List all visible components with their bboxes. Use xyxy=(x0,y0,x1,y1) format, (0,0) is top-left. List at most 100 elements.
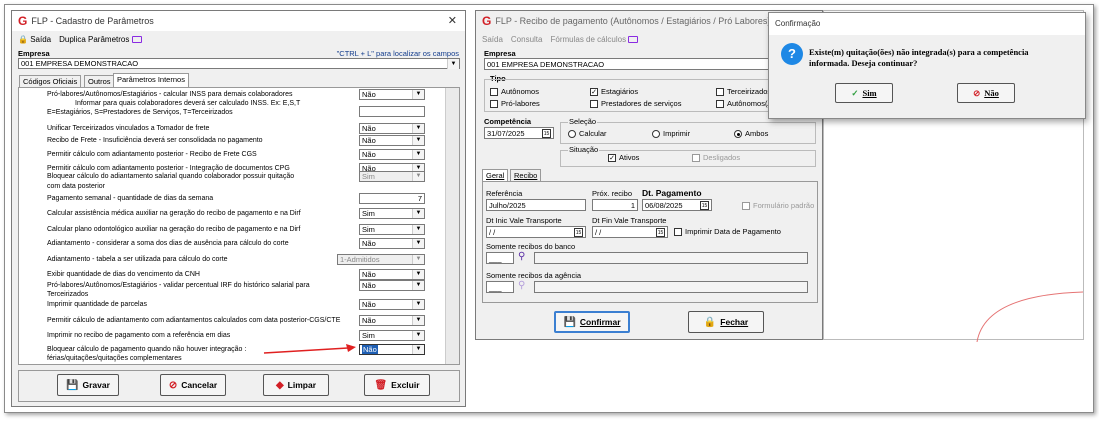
chk-prestadores[interactable]: Prestadores de serviços xyxy=(590,99,681,109)
cancel-icon: ⊘ xyxy=(973,87,981,98)
question-icon: ? xyxy=(781,43,803,65)
radio-imprimir[interactable]: Imprimir xyxy=(652,129,690,139)
scrollbar[interactable] xyxy=(445,88,459,364)
param-label: Informar para quais colaboradores deverá… xyxy=(75,100,301,107)
chevron-down-icon: ▼ xyxy=(412,150,424,159)
agencia-field[interactable]: ___ xyxy=(486,281,514,293)
tab-recibo[interactable]: Recibo xyxy=(510,169,542,181)
radio-ambos[interactable]: Ambos xyxy=(734,129,768,139)
title-bar: G FLP - Cadastro de Parâmetros ✕ xyxy=(12,11,465,31)
confirm-dialog: Confirmação ? Existe(m) quitação(ões) nã… xyxy=(768,12,1086,119)
prox-recibo-label: Próx. recibo xyxy=(592,189,633,198)
param-label: Recibo de Frete - Insuficiência deverá s… xyxy=(47,137,263,144)
chevron-down-icon: ▼ xyxy=(412,300,424,309)
dt-pagamento-field[interactable]: 06/08/2025 15 xyxy=(642,199,712,211)
dt-fin-field[interactable]: / /15 xyxy=(592,226,668,238)
param-select[interactable]: Não ▼ xyxy=(359,89,425,100)
tab-geral[interactable]: Geral xyxy=(482,169,509,181)
cancelar-button[interactable]: ⊘ Cancelar xyxy=(160,374,226,396)
annotation-arrow xyxy=(263,344,356,354)
window-cadastro-parametros: G FLP - Cadastro de Parâmetros ✕ 🔒 Saída… xyxy=(11,10,466,407)
param-label: Terceirizados xyxy=(47,291,89,298)
prox-recibo-field[interactable]: 1 xyxy=(592,199,638,211)
radio-calcular[interactable]: Calcular xyxy=(568,129,607,139)
selecao-label: Seleção xyxy=(568,117,598,126)
chevron-down-icon: ▼ xyxy=(412,124,424,133)
window-title: FLP - Recibo de pagamento (Autônomos / E… xyxy=(495,16,771,26)
menu-duplica[interactable]: Duplica Parâmetros xyxy=(59,35,142,44)
menu-consulta[interactable]: Consulta xyxy=(511,35,543,44)
banco-field[interactable]: ___ xyxy=(486,252,514,264)
param-select[interactable]: Sim ▼ xyxy=(359,224,425,235)
chevron-down-icon: ▼ xyxy=(412,345,424,354)
chk-autonomos[interactable]: Autônomos xyxy=(490,87,539,97)
search-icon[interactable]: ⚲ xyxy=(518,280,525,291)
agencia-name-field xyxy=(534,281,808,293)
param-select[interactable]: Sim ▼ xyxy=(359,330,425,341)
chk-desligados[interactable]: Desligados xyxy=(692,153,740,163)
situacao-label: Situação xyxy=(568,145,600,154)
param-select[interactable]: 1-Admitidos ▼ xyxy=(337,254,425,265)
dt-inic-field[interactable]: / /15 xyxy=(486,226,586,238)
menu-saida[interactable]: 🔒 Saída xyxy=(18,35,51,44)
param-select[interactable]: Não ▼ xyxy=(359,135,425,146)
close-icon[interactable]: ✕ xyxy=(448,14,457,27)
confirmar-button[interactable]: 💾 Confirmar xyxy=(554,311,630,333)
chevron-down-icon: ▼ xyxy=(412,281,424,290)
empresa-select[interactable]: 001 EMPRESA DEMONSTRACAO ▼ xyxy=(18,58,460,69)
tab-codigos-oficiais[interactable]: Códigos Oficiais xyxy=(19,75,82,87)
limpar-button[interactable]: ◆ Limpar xyxy=(263,374,329,396)
menu-bar: 🔒 Saída Duplica Parâmetros xyxy=(12,31,465,47)
param-select[interactable]: Não ▼ xyxy=(359,149,425,160)
excluir-button[interactable]: 🗑 Excluir xyxy=(364,374,430,396)
chk-ativos[interactable]: ✓ Ativos xyxy=(608,153,639,163)
calendar-icon[interactable]: 15 xyxy=(656,228,665,237)
chk-formulario-padrao[interactable]: Formulário padrão xyxy=(742,201,814,211)
chk-estagiarios[interactable]: ✓ Estagiários xyxy=(590,87,638,97)
calendar-icon[interactable]: 15 xyxy=(574,228,583,237)
save-icon: 💾 xyxy=(563,316,576,328)
param-label: Calcular assistência médica auxiliar na … xyxy=(47,210,301,217)
check-icon: ✓ xyxy=(851,87,859,98)
param-label: Unificar Terceirizados vinculados a Toma… xyxy=(47,125,210,132)
param-label: Calcular plano odontológico auxiliar na … xyxy=(47,226,301,233)
param-select[interactable]: Sim ▼ xyxy=(359,171,425,182)
param-select[interactable]: Não ▼ xyxy=(359,238,425,249)
calendar-icon[interactable]: 15 xyxy=(700,201,709,210)
tab-outros[interactable]: Outros xyxy=(84,75,115,87)
chk-prolabores[interactable]: Pró-labores xyxy=(490,99,540,109)
save-icon: 💾 xyxy=(66,379,79,391)
param-label: E=Estagiários, S=Prestadores de Serviços… xyxy=(47,109,233,116)
chk-terceirizados[interactable]: Terceirizados xyxy=(716,87,771,97)
param-number-field[interactable]: 7 xyxy=(359,193,425,204)
param-select[interactable]: Não ▼ xyxy=(359,299,425,310)
param-label: Permitir cálculo com adiantamento poster… xyxy=(47,151,257,158)
search-icon[interactable]: ⚲ xyxy=(518,251,525,262)
empresa-field[interactable]: 001 EMPRESA DEMONSTRACAO xyxy=(484,58,784,70)
referencia-field[interactable]: Julho/2025 xyxy=(486,199,586,211)
param-select[interactable]: Não ▼ xyxy=(359,123,425,134)
menu-formulas[interactable]: Fórmulas de cálculos xyxy=(550,35,639,44)
tab-parametros-internos[interactable]: Parâmetros Internos xyxy=(113,73,189,87)
param-select[interactable]: Não ▼ xyxy=(359,344,425,355)
nao-button[interactable]: ⊘ Não xyxy=(957,83,1015,103)
cancel-icon: ⊘ xyxy=(168,379,178,391)
param-select[interactable]: Sim ▼ xyxy=(359,208,425,219)
referencia-label: Referência xyxy=(486,189,523,198)
chk-imprimir-data[interactable]: Imprimir Data de Pagamento xyxy=(674,227,781,237)
gravar-button[interactable]: 💾 Gravar xyxy=(57,374,119,396)
trash-icon: 🗑 xyxy=(374,379,388,391)
banco-name-field xyxy=(534,252,808,264)
chk-autonomos-a[interactable]: Autônomos(A xyxy=(716,99,772,109)
empresa-label: Empresa xyxy=(18,49,50,58)
sim-button[interactable]: ✓ Sim xyxy=(835,83,893,103)
inss-colaboradores-field[interactable] xyxy=(359,106,425,117)
fechar-button[interactable]: 🔒 Fechar xyxy=(688,311,764,333)
param-select[interactable]: Não ▼ xyxy=(359,315,425,326)
param-select[interactable]: Não ▼ xyxy=(359,269,425,280)
calendar-icon[interactable]: 15 xyxy=(542,129,551,138)
menu-saida[interactable]: Saída xyxy=(482,35,503,44)
param-select[interactable]: Não ▼ xyxy=(359,280,425,291)
dt-pagamento-label: Dt. Pagamento xyxy=(642,188,702,198)
competencia-field[interactable]: 31/07/2025 15 xyxy=(484,127,554,139)
